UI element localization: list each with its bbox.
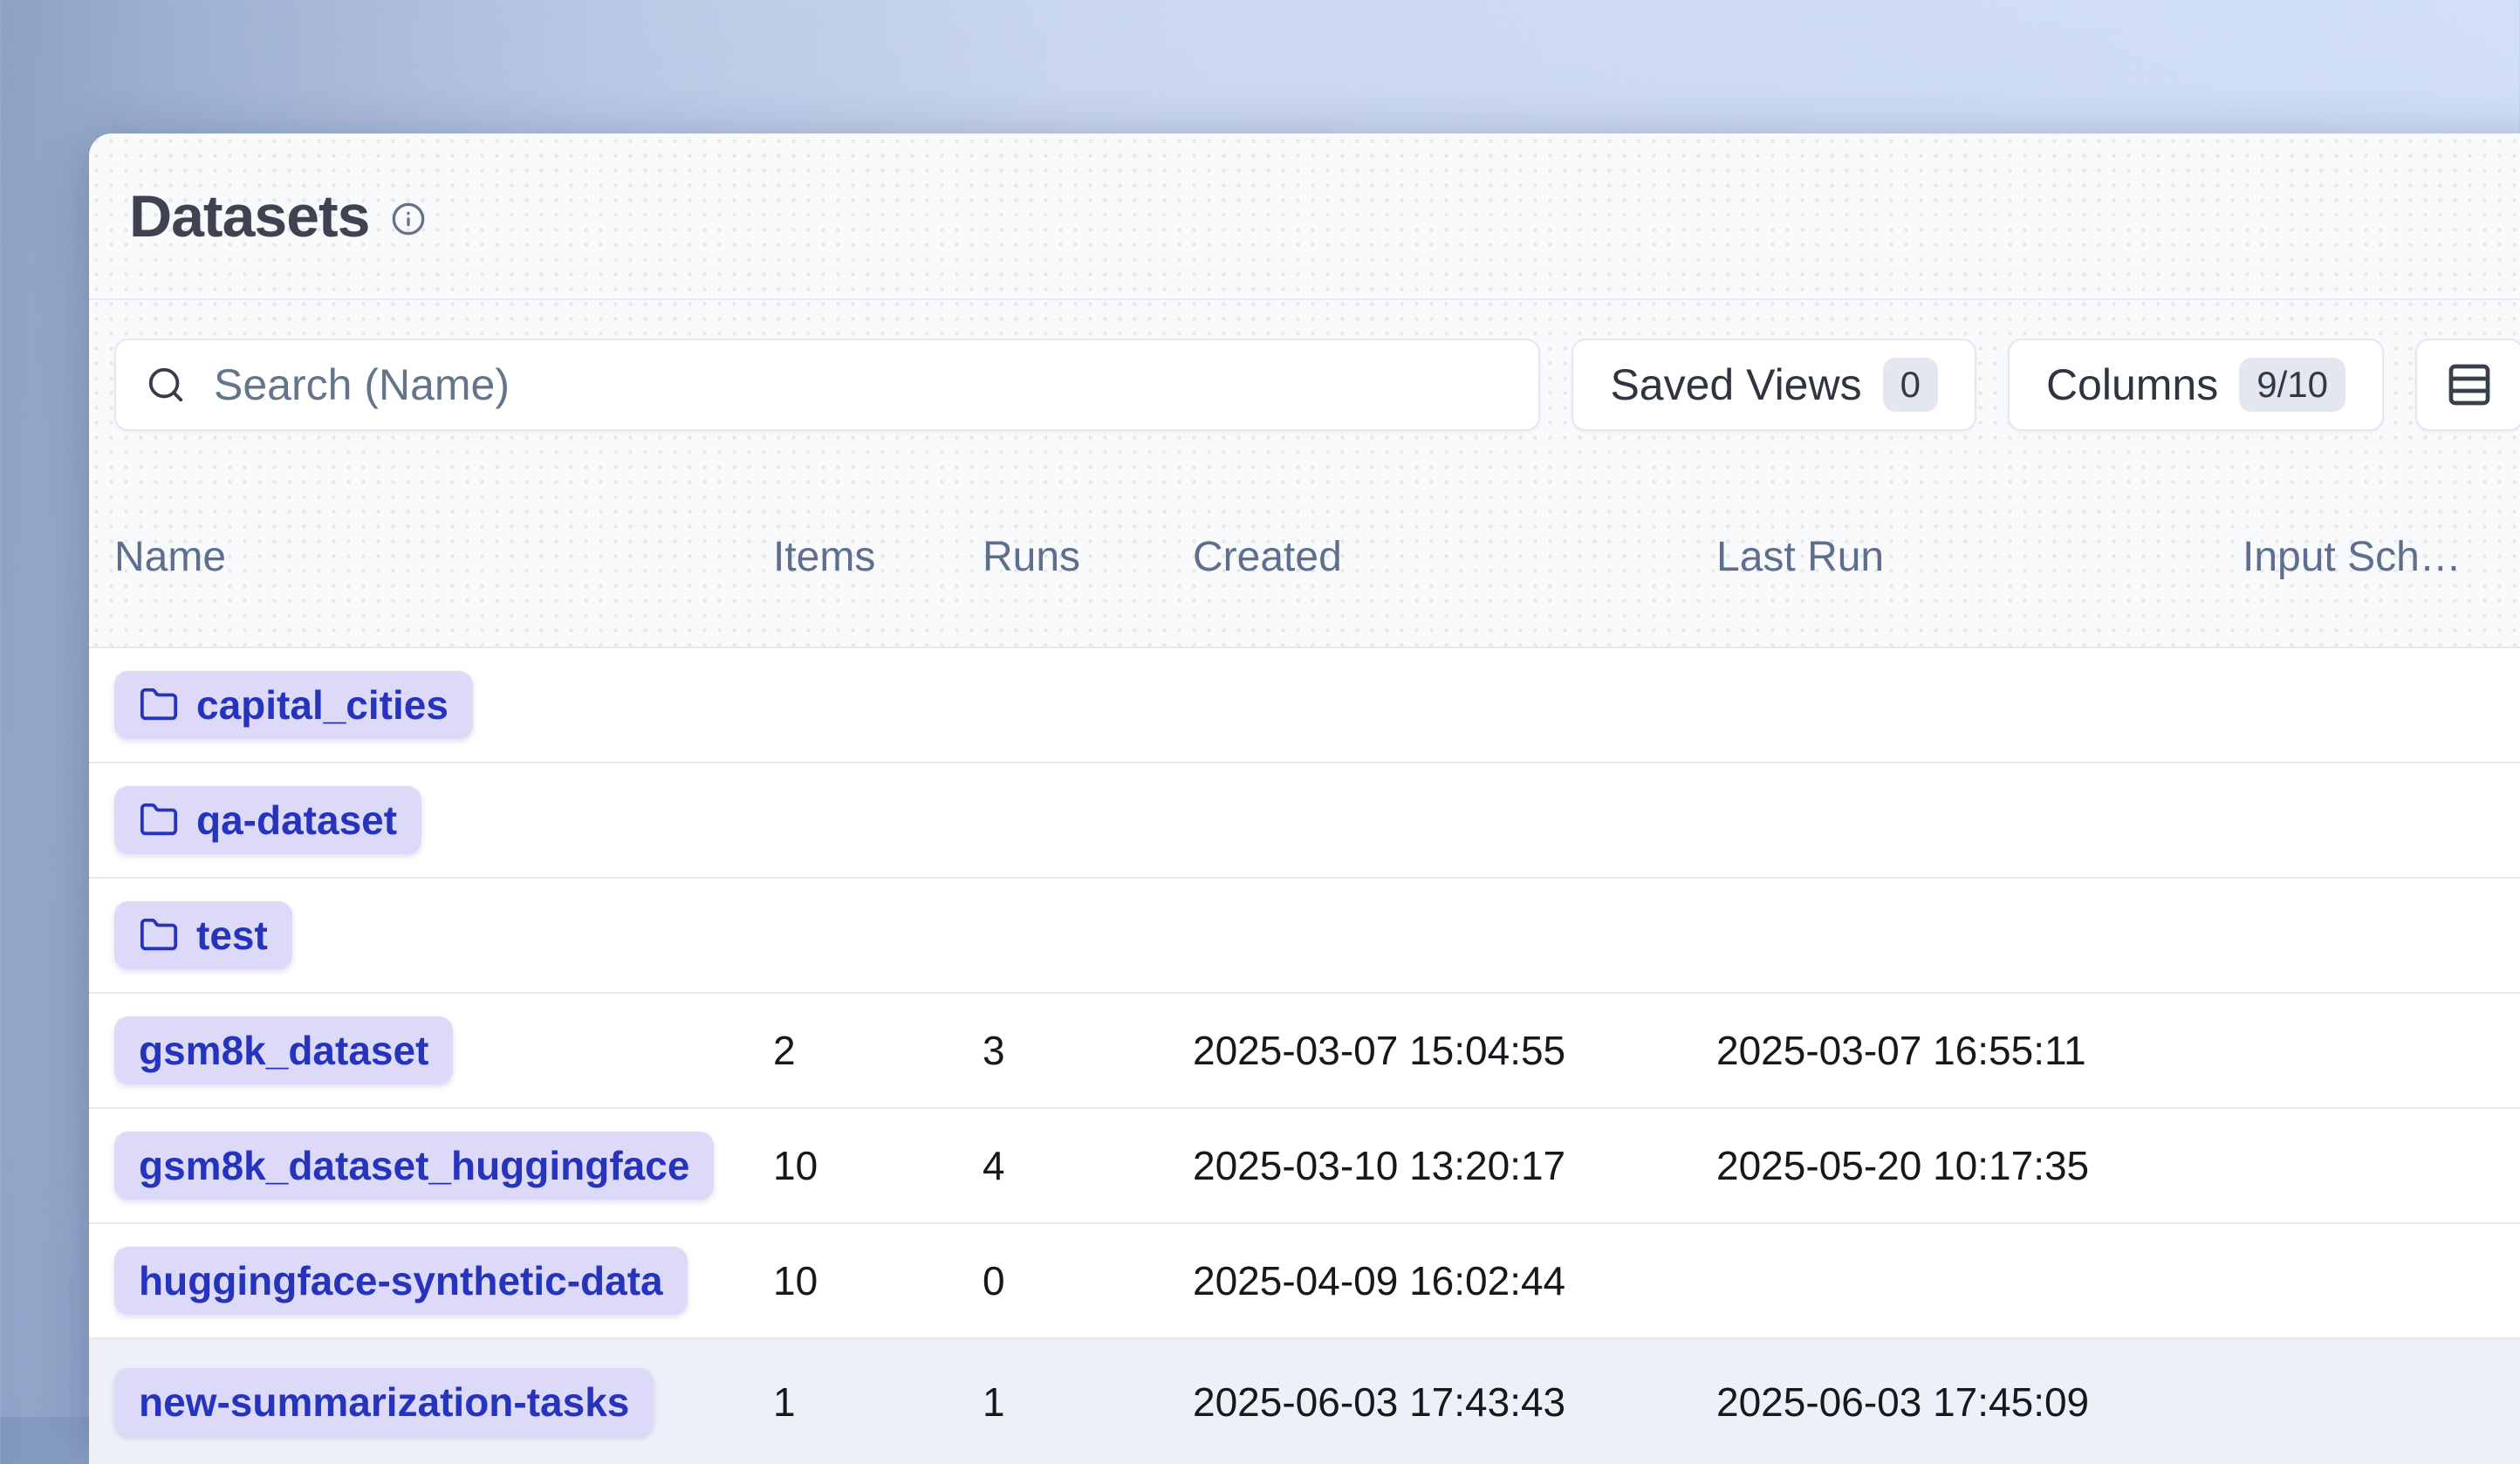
- column-header-name[interactable]: Name: [114, 533, 773, 581]
- folder-icon: [139, 800, 179, 840]
- columns-count-badge: 9/10: [2239, 358, 2345, 412]
- table-row[interactable]: huggingface-synthetic-data 10 0 2025-04-…: [89, 1224, 2520, 1339]
- page-title: Datasets: [129, 182, 370, 250]
- table-row[interactable]: new-summarization-tasks 1 1 2025-06-03 1…: [89, 1339, 2520, 1464]
- columns-button[interactable]: Columns 9/10: [2008, 339, 2384, 431]
- table-header-row: Name Items Runs Created Last Run Input S…: [89, 431, 2520, 648]
- last-run-cell: 2025-06-03 17:45:09: [1716, 1378, 2243, 1426]
- created-cell: 2025-03-07 15:04:55: [1193, 1027, 1716, 1074]
- table-row[interactable]: capital_cities: [89, 648, 2520, 763]
- rows-3-icon: [2445, 360, 2494, 409]
- table-row[interactable]: gsm8k_dataset_huggingface 10 4 2025-03-1…: [89, 1109, 2520, 1224]
- row-height-button[interactable]: [2415, 339, 2520, 431]
- items-cell: 1: [773, 1378, 983, 1426]
- datasets-panel: Datasets Saved Views 0 Columns 9/10: [89, 133, 2520, 1452]
- runs-cell: 3: [983, 1027, 1193, 1074]
- runs-cell: 4: [983, 1142, 1193, 1189]
- column-header-input-schema[interactable]: Input Sch…: [2243, 533, 2520, 581]
- search-box[interactable]: [114, 339, 1540, 431]
- columns-label: Columns: [2046, 359, 2218, 410]
- dataset-folder-link[interactable]: capital_cities: [114, 671, 473, 739]
- folder-icon: [139, 685, 179, 725]
- table-row[interactable]: gsm8k_dataset 2 3 2025-03-07 15:04:55 20…: [89, 994, 2520, 1109]
- created-cell: 2025-06-03 17:43:43: [1193, 1378, 1716, 1426]
- created-cell: 2025-04-09 16:02:44: [1193, 1257, 1716, 1304]
- column-header-runs[interactable]: Runs: [983, 533, 1193, 581]
- dataset-folder-link[interactable]: test: [114, 901, 292, 969]
- created-cell: 2025-03-10 13:20:17: [1193, 1142, 1716, 1189]
- items-cell: 2: [773, 1027, 983, 1074]
- dataset-link[interactable]: new-summarization-tasks: [114, 1368, 654, 1436]
- table-row[interactable]: test: [89, 879, 2520, 994]
- search-icon: [146, 365, 186, 405]
- saved-views-count-badge: 0: [1883, 358, 1938, 412]
- page-header: Datasets: [89, 133, 2520, 300]
- items-cell: 10: [773, 1257, 983, 1304]
- last-run-cell: 2025-03-07 16:55:11: [1716, 1027, 2243, 1074]
- dataset-folder-link[interactable]: qa-dataset: [114, 786, 421, 854]
- table-toolbar: Saved Views 0 Columns 9/10: [114, 339, 2520, 431]
- saved-views-label: Saved Views: [1610, 359, 1861, 410]
- dataset-link[interactable]: gsm8k_dataset: [114, 1016, 453, 1084]
- last-run-cell: 2025-05-20 10:17:35: [1716, 1142, 2243, 1189]
- column-header-last-run[interactable]: Last Run: [1716, 533, 2243, 581]
- table-row[interactable]: qa-dataset: [89, 763, 2520, 879]
- items-cell: 10: [773, 1142, 983, 1189]
- runs-cell: 1: [983, 1378, 1193, 1426]
- runs-cell: 0: [983, 1257, 1193, 1304]
- dataset-link[interactable]: gsm8k_dataset_huggingface: [114, 1132, 714, 1200]
- folder-icon: [139, 915, 179, 955]
- column-header-created[interactable]: Created: [1193, 533, 1716, 581]
- info-icon[interactable]: [391, 202, 426, 236]
- table-body: capital_cities qa-dataset: [89, 648, 2520, 1464]
- search-input[interactable]: [212, 359, 1509, 411]
- dataset-link[interactable]: huggingface-synthetic-data: [114, 1247, 688, 1315]
- saved-views-button[interactable]: Saved Views 0: [1572, 339, 1976, 431]
- column-header-items[interactable]: Items: [773, 533, 983, 581]
